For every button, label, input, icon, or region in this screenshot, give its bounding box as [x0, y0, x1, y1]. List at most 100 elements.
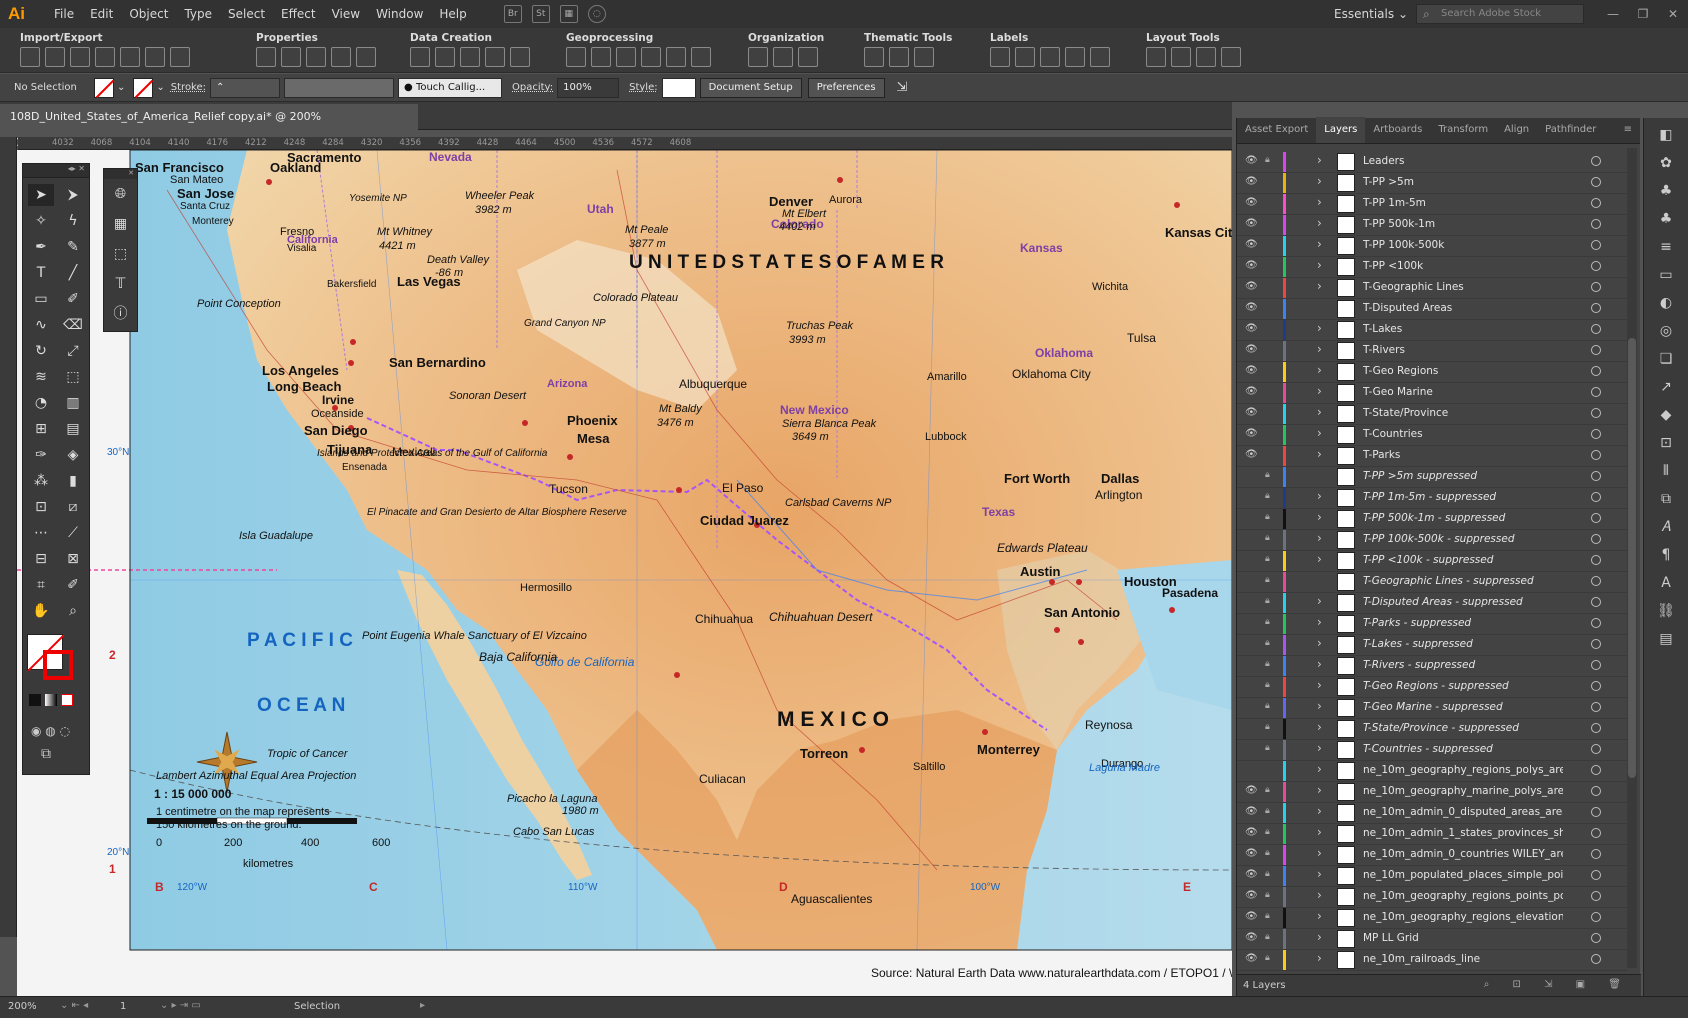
expand-chevron-icon[interactable]: › [1317, 657, 1322, 671]
visibility-eye-icon[interactable]: 👁︎ [1245, 260, 1259, 274]
layer-row[interactable]: › ne_10m_geography_regions_polys_area [1237, 761, 1627, 782]
appearance-icon[interactable]: ◎ [1655, 320, 1677, 342]
tab-asset-export[interactable]: Asset Export [1237, 117, 1316, 143]
visibility-eye-icon[interactable]: 👁︎ [1245, 428, 1259, 442]
expand-chevron-icon[interactable]: › [1317, 615, 1322, 629]
expand-chevron-icon[interactable]: › [1317, 405, 1322, 419]
layers-dock-icon[interactable]: ◆ [1655, 404, 1677, 426]
free-transform-icon[interactable]: ⬚ [60, 366, 86, 388]
target-circle-icon[interactable] [1591, 744, 1601, 754]
target-circle-icon[interactable] [1591, 954, 1601, 964]
measure-icon[interactable]: ✐ [60, 574, 86, 596]
list-icon[interactable] [331, 47, 351, 67]
type-tool-icon[interactable]: T [28, 262, 54, 284]
color-icon[interactable]: ✿ [1655, 152, 1677, 174]
layer-row[interactable]: 🔒︎ › T-Parks - suppressed [1237, 614, 1627, 635]
layer-row[interactable]: 👁︎ 🔒︎ › ne_10m_geography_marine_polys_area [1237, 782, 1627, 803]
stylesheet-icon[interactable] [773, 47, 793, 67]
variable-width-profile[interactable] [284, 77, 395, 98]
layer-row[interactable]: 🔒︎ › T-Geo Marine - suppressed [1237, 698, 1627, 719]
target-circle-icon[interactable] [1591, 891, 1601, 901]
target-circle-icon[interactable] [1591, 450, 1601, 460]
layer-row[interactable]: 👁︎ › T-PP 1m-5m [1237, 194, 1627, 215]
visibility-eye-icon[interactable] [1245, 764, 1259, 778]
layer-name[interactable]: T-Geographic Lines [1363, 281, 1563, 293]
layer-row[interactable]: 🔒︎ › T-State/Province - suppressed [1237, 719, 1627, 740]
layers-import-icon[interactable] [70, 47, 90, 67]
target-circle-icon[interactable] [1591, 786, 1601, 796]
layer-name[interactable]: T-PP <100k - suppressed [1363, 554, 1563, 566]
crop-icon[interactable]: ⌗ [28, 574, 54, 596]
lock-icon[interactable]: 🔒︎ [1265, 596, 1277, 606]
target-circle-icon[interactable] [1591, 387, 1601, 397]
visibility-eye-icon[interactable]: 👁︎ [1245, 155, 1259, 169]
lock-icon[interactable]: 🔒︎ [1265, 722, 1277, 732]
panel-header[interactable]: ✕ [104, 169, 137, 179]
tab-artboards[interactable]: Artboards [1365, 117, 1430, 143]
lock-icon[interactable]: 🔒︎ [1265, 491, 1277, 501]
layer-row[interactable]: 👁︎ T-Disputed Areas [1237, 299, 1627, 320]
legend-icon[interactable] [798, 47, 818, 67]
lock-icon[interactable]: 🔒︎ [1265, 743, 1277, 753]
visibility-eye-icon[interactable]: 👁︎ [1245, 848, 1259, 862]
workspace-switcher[interactable]: Essentials ⌄ [1326, 0, 1416, 28]
menu-file[interactable]: File [46, 0, 82, 28]
layer-name[interactable]: ne_10m_admin_0_countries WILEY_area [1363, 848, 1563, 860]
pen-tool-icon[interactable]: ✒ [28, 236, 54, 258]
brush-definition[interactable]: ● Touch Callig... [398, 77, 503, 98]
close-icon[interactable]: ✕ [1662, 7, 1684, 21]
paragraph-icon[interactable]: ¶ [1655, 544, 1677, 566]
map-select-icon[interactable]: ⊠ [60, 548, 86, 570]
label-text-icon[interactable]: 𝕋 [104, 273, 137, 299]
stock-search-input[interactable]: Search Adobe Stock [1416, 4, 1584, 24]
expand-chevron-icon[interactable]: › [1317, 447, 1322, 461]
align-dock-icon[interactable]: ⫴ [1655, 460, 1677, 482]
visibility-eye-icon[interactable]: 👁︎ [1245, 281, 1259, 295]
layer-name[interactable]: T-Countries [1363, 428, 1563, 440]
artboard-number[interactable]: 1 [120, 1001, 126, 1012]
layer-actions[interactable]: ⌕ ⊡ ⇲ ▣ 🗑︎ [1484, 979, 1631, 990]
target-circle-icon[interactable] [1591, 240, 1601, 250]
layer-row[interactable]: 👁︎ › T-State/Province [1237, 404, 1627, 425]
preferences-button[interactable]: Preferences [807, 77, 885, 98]
shape-builder-icon[interactable]: ◔ [28, 392, 54, 414]
expand-chevron-icon[interactable]: › [1317, 510, 1322, 524]
visibility-eye-icon[interactable]: 👁︎ [1245, 785, 1259, 799]
layer-name[interactable]: T-State/Province [1363, 407, 1563, 419]
target-circle-icon[interactable] [1591, 534, 1601, 544]
menu-edit[interactable]: Edit [82, 0, 121, 28]
expand-chevron-icon[interactable]: › [1317, 888, 1322, 902]
expand-chevron-icon[interactable]: › [1317, 825, 1322, 839]
target-circle-icon[interactable] [1591, 282, 1601, 292]
lock-icon[interactable]: 🔒︎ [1265, 533, 1277, 543]
visibility-eye-icon[interactable]: 👁︎ [1245, 197, 1259, 211]
target-circle-icon[interactable] [1591, 366, 1601, 376]
selection-tool-icon[interactable]: ➤ [28, 184, 54, 206]
expand-chevron-icon[interactable]: › [1317, 216, 1322, 230]
layer-row[interactable]: 👁︎ 🔒︎ › Leaders [1237, 152, 1627, 173]
grid-icon[interactable] [410, 47, 430, 67]
chevron-down-icon[interactable]: ⌄ [117, 82, 125, 93]
map-view-icon[interactable]: ▦ [104, 213, 137, 239]
layer-name[interactable]: ne_10m_geography_marine_polys_area [1363, 785, 1563, 797]
expand-chevron-icon[interactable]: › [1317, 594, 1322, 608]
layer-name[interactable]: T-PP 100k-500k [1363, 239, 1563, 251]
target-circle-icon[interactable] [1591, 345, 1601, 355]
target-circle-icon[interactable] [1591, 933, 1601, 943]
expand-chevron-icon[interactable]: › [1317, 321, 1322, 335]
expand-chevron-icon[interactable]: › [1317, 426, 1322, 440]
ellipse-icon[interactable] [889, 47, 909, 67]
zoom-level[interactable]: 200% [8, 1001, 37, 1012]
target-circle-icon[interactable] [1591, 639, 1601, 649]
layer-name[interactable]: T-Disputed Areas [1363, 302, 1563, 314]
artboard-nav-icons[interactable]: ⌄ ⇤ ◂ [60, 1000, 88, 1011]
layers-scrollbar[interactable] [1627, 148, 1637, 968]
lock-icon[interactable]: 🔒︎ [1265, 911, 1277, 921]
layer-row[interactable]: 🔒︎ › T-Countries - suppressed [1237, 740, 1627, 761]
rectangle-tool-icon[interactable]: ▭ [28, 288, 54, 310]
menu-effect[interactable]: Effect [273, 0, 324, 28]
layer-row[interactable]: 👁︎ 🔒︎ › ne_10m_admin_0_countries WILEY_area [1237, 845, 1627, 866]
menu-view[interactable]: View [324, 0, 368, 28]
character-icon[interactable]: 𝐴 [1655, 516, 1677, 538]
scale-text-icon[interactable] [1171, 47, 1191, 67]
